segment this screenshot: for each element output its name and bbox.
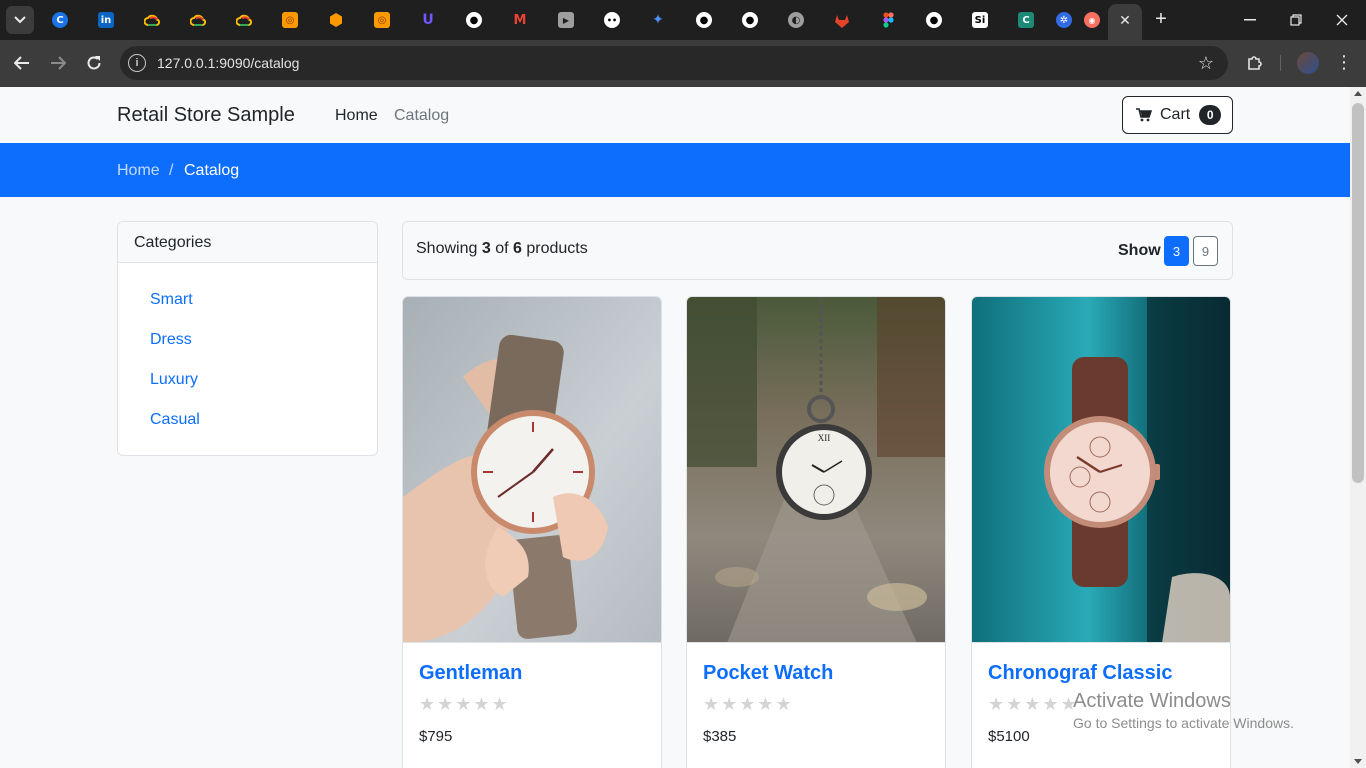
- minimize-icon[interactable]: [1238, 8, 1262, 32]
- github-icon[interactable]: ●: [926, 12, 942, 28]
- category-link-luxury[interactable]: Luxury: [150, 371, 198, 389]
- cart-label: Cart: [1160, 106, 1191, 123]
- of-word: of: [495, 240, 509, 257]
- more-menu-icon[interactable]: ⋮: [1334, 51, 1354, 75]
- site-info-icon[interactable]: i: [128, 54, 146, 72]
- c-green-icon[interactable]: C: [1018, 12, 1034, 28]
- page-scrollbar[interactable]: [1350, 87, 1366, 768]
- products-word: products: [526, 240, 588, 257]
- url-text[interactable]: 127.0.0.1:9090/catalog: [157, 55, 299, 71]
- product-image-gentleman[interactable]: [403, 297, 661, 643]
- browser-tab-strip: C in ◎ ◎ U ● M ▶ •• ✦ ● ● ◐ ● Si C ✲ ◉ ✕…: [0, 0, 1366, 40]
- kubernetes-icon[interactable]: ✲: [1056, 12, 1072, 28]
- page-size-label: Show: [1118, 242, 1161, 259]
- total-count: 6: [512, 240, 522, 257]
- gemini-icon[interactable]: ✦: [650, 12, 666, 28]
- scroll-down-arrow-icon[interactable]: [1354, 759, 1362, 764]
- github-icon[interactable]: ●: [696, 12, 712, 28]
- page-size-9-button[interactable]: 9: [1193, 236, 1218, 266]
- category-link-casual[interactable]: Casual: [150, 411, 200, 429]
- shown-count: 3: [481, 240, 491, 257]
- close-window-icon[interactable]: [1330, 8, 1354, 32]
- rating-stars: ★★★★★: [419, 694, 510, 715]
- back-icon[interactable]: [10, 51, 34, 75]
- breadcrumb-current: Catalog: [184, 162, 240, 179]
- browser-toolbar: i 127.0.0.1:9090/catalog ☆ ⋮: [0, 40, 1366, 87]
- extensions-icon[interactable]: [1244, 51, 1266, 73]
- category-link-dress[interactable]: Dress: [150, 331, 192, 349]
- page-size-3-button[interactable]: 3: [1164, 236, 1189, 266]
- rating-stars: ★★★★★: [703, 694, 794, 715]
- categories-title: Categories: [118, 222, 377, 263]
- results-count: Showing 3 of 6 products: [416, 240, 588, 258]
- google-cloud-icon[interactable]: [144, 12, 160, 28]
- listing-toolbar: Showing 3 of 6 products Show 3 9: [402, 221, 1233, 280]
- product-price: $385: [703, 728, 737, 745]
- breadcrumb-home[interactable]: Home: [117, 162, 160, 180]
- orange-square-icon[interactable]: ◎: [374, 12, 390, 28]
- address-bar[interactable]: i 127.0.0.1:9090/catalog ☆: [120, 46, 1228, 80]
- gmail-icon[interactable]: M: [512, 12, 528, 28]
- purple-u-icon[interactable]: U: [420, 12, 436, 28]
- bookmark-star-icon[interactable]: ☆: [1198, 53, 1214, 74]
- category-link-smart[interactable]: Smart: [150, 291, 193, 309]
- scroll-up-arrow-icon[interactable]: [1354, 91, 1362, 96]
- product-price: $795: [419, 728, 453, 745]
- new-tab-button[interactable]: +: [1150, 9, 1172, 31]
- product-price: $5100: [988, 728, 1030, 745]
- google-cloud-icon[interactable]: [190, 12, 206, 28]
- tab-search-button[interactable]: [6, 6, 34, 34]
- rating-stars: ★★★★★: [988, 694, 1079, 715]
- cart-button[interactable]: Cart 0: [1122, 96, 1233, 134]
- restore-icon[interactable]: [1284, 8, 1308, 32]
- github-icon[interactable]: ●: [466, 12, 482, 28]
- product-name[interactable]: Gentleman: [419, 662, 522, 685]
- breadcrumb-separator: /: [169, 162, 174, 179]
- youtube-icon[interactable]: ▶: [558, 12, 574, 28]
- scroll-thumb[interactable]: [1352, 103, 1364, 483]
- c-icon[interactable]: C: [52, 12, 68, 28]
- product-card[interactable]: Gentleman ★★★★★ $795: [402, 296, 662, 768]
- close-tab-icon[interactable]: ✕: [1117, 12, 1133, 28]
- product-image-pocket-watch[interactable]: XII: [687, 297, 945, 643]
- product-name[interactable]: Chronograf Classic: [988, 662, 1172, 685]
- orange-square-icon[interactable]: ◎: [282, 12, 298, 28]
- svg-text:XII: XII: [818, 433, 831, 443]
- si-icon[interactable]: Si: [972, 12, 988, 28]
- cart-count-badge: 0: [1199, 105, 1222, 125]
- chevron-down-icon: [14, 16, 26, 24]
- github-icon[interactable]: ●: [742, 12, 758, 28]
- shopping-cart-icon: [1136, 108, 1152, 122]
- nav-link-home[interactable]: Home: [335, 107, 378, 125]
- profile-avatar[interactable]: [1297, 52, 1319, 74]
- orange-hex-icon[interactable]: [328, 12, 344, 28]
- gitlab-icon[interactable]: [834, 12, 850, 28]
- forward-icon[interactable]: [46, 51, 70, 75]
- figma-icon[interactable]: [880, 12, 896, 28]
- google-cloud-icon[interactable]: [236, 12, 252, 28]
- page-viewport: Retail Store Sample Home Catalog Cart 0 …: [0, 87, 1350, 768]
- red-circle-icon[interactable]: ◉: [1084, 12, 1100, 28]
- site-navbar: Retail Store Sample Home Catalog Cart 0: [0, 87, 1350, 143]
- linkedin-icon[interactable]: in: [98, 12, 114, 28]
- watermark-title: Activate Windows: [1073, 690, 1231, 712]
- brand-logo[interactable]: Retail Store Sample: [117, 104, 295, 127]
- product-name[interactable]: Pocket Watch: [703, 662, 833, 685]
- globe-icon[interactable]: ◐: [788, 12, 804, 28]
- watermark-subtitle: Go to Settings to activate Windows.: [1073, 715, 1294, 731]
- showing-prefix: Showing: [416, 240, 478, 257]
- categories-card: Categories Smart Dress Luxury Casual: [117, 221, 378, 456]
- reload-icon[interactable]: [82, 51, 106, 75]
- activation-watermark: Activate Windows Go to Settings to activ…: [1073, 690, 1294, 731]
- chat-bot-icon[interactable]: ••: [604, 12, 620, 28]
- product-image-chronograf-classic[interactable]: [972, 297, 1230, 643]
- toolbar-divider: [1280, 55, 1281, 71]
- breadcrumb: Home / Catalog: [0, 143, 1350, 197]
- product-card[interactable]: XII Pocket Watch ★★★★★ $385: [686, 296, 946, 768]
- nav-link-catalog[interactable]: Catalog: [394, 107, 449, 125]
